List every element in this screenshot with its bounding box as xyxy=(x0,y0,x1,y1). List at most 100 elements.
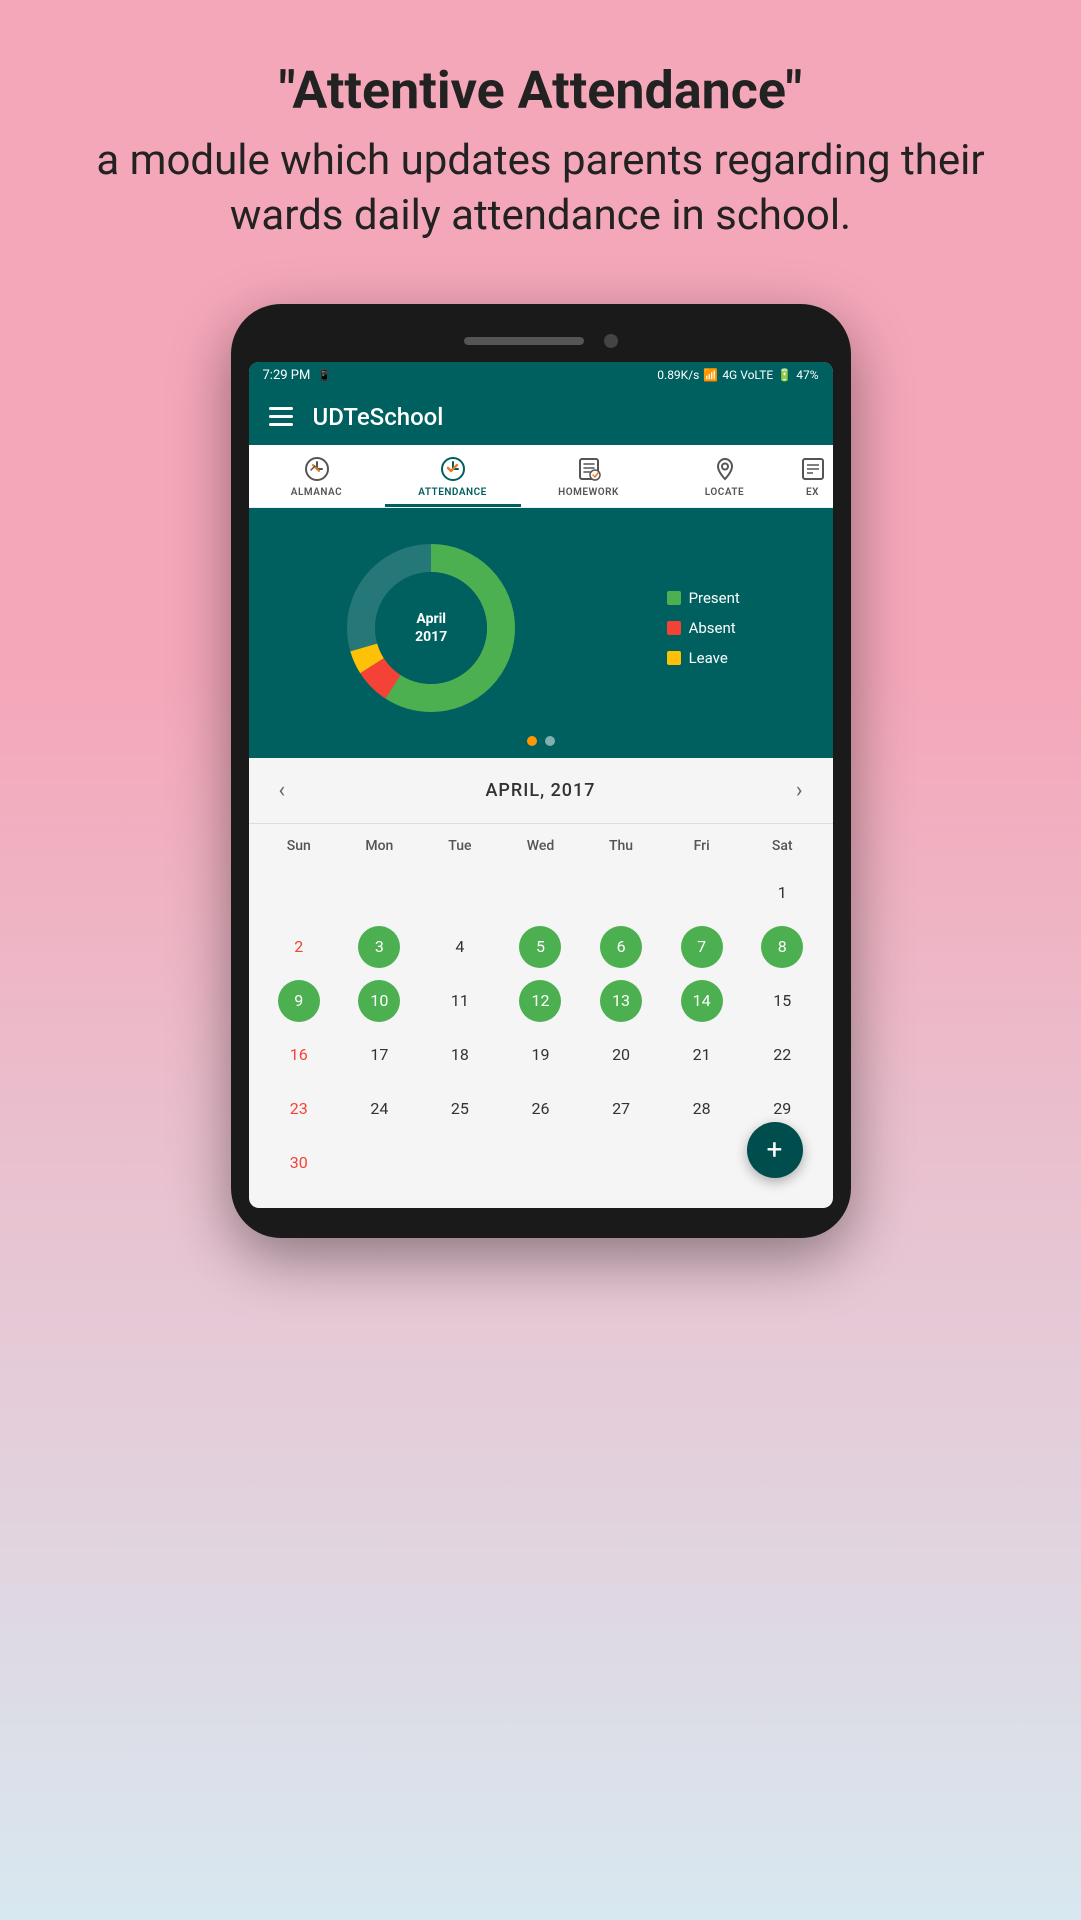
calendar-cell[interactable]: 19 xyxy=(500,1030,581,1080)
network-speed: 0.89K/s xyxy=(657,368,699,382)
chart-center-label: April 2017 xyxy=(415,609,447,645)
battery-pct: 47% xyxy=(796,368,818,382)
carousel-dot-1[interactable] xyxy=(527,736,537,746)
calendar-cell[interactable]: 23 xyxy=(259,1084,340,1134)
legend-absent-label: Absent xyxy=(689,619,736,637)
tab-attendance-label: ATTENDANCE xyxy=(418,487,487,498)
calendar-cell[interactable]: 6 xyxy=(600,926,642,968)
calendar-cell[interactable]: 28 xyxy=(661,1084,742,1134)
prev-month-button[interactable]: ‹ xyxy=(269,774,296,807)
legend-leave: Leave xyxy=(667,649,740,667)
promo-subtitle: a module which updates parents regarding… xyxy=(80,134,1001,243)
fab-add-button[interactable]: + xyxy=(747,1122,803,1178)
calendar-cell[interactable]: 20 xyxy=(581,1030,662,1080)
calendar-dates: 1234567891011121314151617181920212223242… xyxy=(259,868,823,1188)
calendar-cell[interactable]: 2 xyxy=(259,922,340,972)
tab-homework-label: HOMEWORK xyxy=(558,487,619,498)
network-type: 4G VoLTE xyxy=(722,368,773,382)
calendar-cell[interactable]: 25 xyxy=(420,1084,501,1134)
carousel-dots xyxy=(527,736,555,746)
chart-section: April 2017 Present Absent Leave xyxy=(249,508,833,758)
calendar-cell xyxy=(420,868,501,918)
tab-attendance[interactable]: ATTENDANCE xyxy=(385,445,521,507)
calendar-cell[interactable]: 12 xyxy=(519,980,561,1022)
calendar-cell[interactable]: 5 xyxy=(519,926,561,968)
legend-present: Present xyxy=(667,589,740,607)
calendar-cell[interactable]: 3 xyxy=(358,926,400,968)
calendar-cell[interactable]: 22 xyxy=(742,1030,823,1080)
legend-present-label: Present xyxy=(689,589,740,607)
absent-dot xyxy=(667,621,681,635)
calendar-cell[interactable]: 9 xyxy=(278,980,320,1022)
phone-camera xyxy=(604,334,618,348)
phone-mockup: 7:29 PM 📱 0.89K/s 📶 4G VoLTE 🔋 47% UDTeS… xyxy=(231,304,851,1238)
calendar-cell xyxy=(661,1138,742,1188)
legend-absent: Absent xyxy=(667,619,740,637)
calendar-section: ‹ APRIL, 2017 › Sun Mon Tue Wed Thu Fri … xyxy=(249,758,833,1208)
calendar-day-headers: Sun Mon Tue Wed Thu Fri Sat xyxy=(259,832,823,860)
calendar-cell[interactable]: 4 xyxy=(420,922,501,972)
status-time: 7:29 PM 📱 xyxy=(263,368,332,383)
calendar-cell[interactable]: 15 xyxy=(742,976,823,1026)
calendar-cell[interactable]: 18 xyxy=(420,1030,501,1080)
leave-dot xyxy=(667,651,681,665)
chart-legend: Present Absent Leave xyxy=(667,589,740,667)
battery-icon: 🔋 xyxy=(777,368,792,382)
calendar-cell[interactable]: 27 xyxy=(581,1084,662,1134)
calendar-nav: ‹ APRIL, 2017 › xyxy=(249,758,833,824)
promo-title: "Attentive Attendance" xyxy=(80,60,1001,122)
tab-locate[interactable]: LOCATE xyxy=(657,445,793,507)
calendar-cell[interactable]: 7 xyxy=(681,926,723,968)
calendar-cell[interactable]: 26 xyxy=(500,1084,581,1134)
calendar-cell[interactable]: 11 xyxy=(420,976,501,1026)
day-thu: Thu xyxy=(581,832,662,860)
calendar-cell[interactable]: 21 xyxy=(661,1030,742,1080)
calendar-cell xyxy=(581,1138,662,1188)
day-sun: Sun xyxy=(259,832,340,860)
phone-speaker xyxy=(464,337,584,345)
day-tue: Tue xyxy=(420,832,501,860)
signal-icon: 📶 xyxy=(703,368,718,382)
hamburger-menu[interactable] xyxy=(269,407,293,426)
calendar-cell xyxy=(500,1138,581,1188)
calendar-cell xyxy=(420,1138,501,1188)
day-wed: Wed xyxy=(500,832,581,860)
calendar-cell xyxy=(339,1138,420,1188)
calendar-cell[interactable]: 14 xyxy=(681,980,723,1022)
tab-ex[interactable]: EX xyxy=(793,445,833,507)
tab-ex-label: EX xyxy=(806,487,819,498)
status-right: 0.89K/s 📶 4G VoLTE 🔋 47% xyxy=(657,368,818,382)
carousel-dot-2[interactable] xyxy=(545,736,555,746)
calendar-cell[interactable]: 1 xyxy=(742,868,823,918)
donut-chart: April 2017 xyxy=(341,538,521,718)
calendar-grid: Sun Mon Tue Wed Thu Fri Sat 123456789101… xyxy=(249,824,833,1208)
calendar-cell[interactable]: 13 xyxy=(600,980,642,1022)
calendar-cell[interactable]: 24 xyxy=(339,1084,420,1134)
present-dot xyxy=(667,591,681,605)
day-mon: Mon xyxy=(339,832,420,860)
tab-bar: ALMANAC ATTENDANCE HOMEWORK xyxy=(249,445,833,508)
calendar-cell xyxy=(339,868,420,918)
calendar-cell[interactable]: 16 xyxy=(259,1030,340,1080)
calendar-cell xyxy=(661,868,742,918)
calendar-month-title: APRIL, 2017 xyxy=(486,780,596,801)
app-bar: UDTeSchool xyxy=(249,389,833,445)
calendar-cell[interactable]: 30 xyxy=(259,1138,340,1188)
tab-locate-label: LOCATE xyxy=(705,487,744,498)
app-title: UDTeSchool xyxy=(313,403,444,431)
tab-homework[interactable]: HOMEWORK xyxy=(521,445,657,507)
calendar-cell xyxy=(500,868,581,918)
calendar-cell xyxy=(259,868,340,918)
legend-leave-label: Leave xyxy=(689,649,728,667)
calendar-cell[interactable]: 8 xyxy=(761,926,803,968)
phone-top-bar xyxy=(249,328,833,362)
tab-almanac[interactable]: ALMANAC xyxy=(249,445,385,507)
next-month-button[interactable]: › xyxy=(786,774,813,807)
day-fri: Fri xyxy=(661,832,742,860)
status-bar: 7:29 PM 📱 0.89K/s 📶 4G VoLTE 🔋 47% xyxy=(249,362,833,389)
calendar-cell[interactable]: 10 xyxy=(358,980,400,1022)
calendar-cell xyxy=(581,868,662,918)
calendar-cell[interactable]: 17 xyxy=(339,1030,420,1080)
promo-header: "Attentive Attendance" a module which up… xyxy=(0,0,1081,284)
phone-screen: 7:29 PM 📱 0.89K/s 📶 4G VoLTE 🔋 47% UDTeS… xyxy=(249,362,833,1208)
